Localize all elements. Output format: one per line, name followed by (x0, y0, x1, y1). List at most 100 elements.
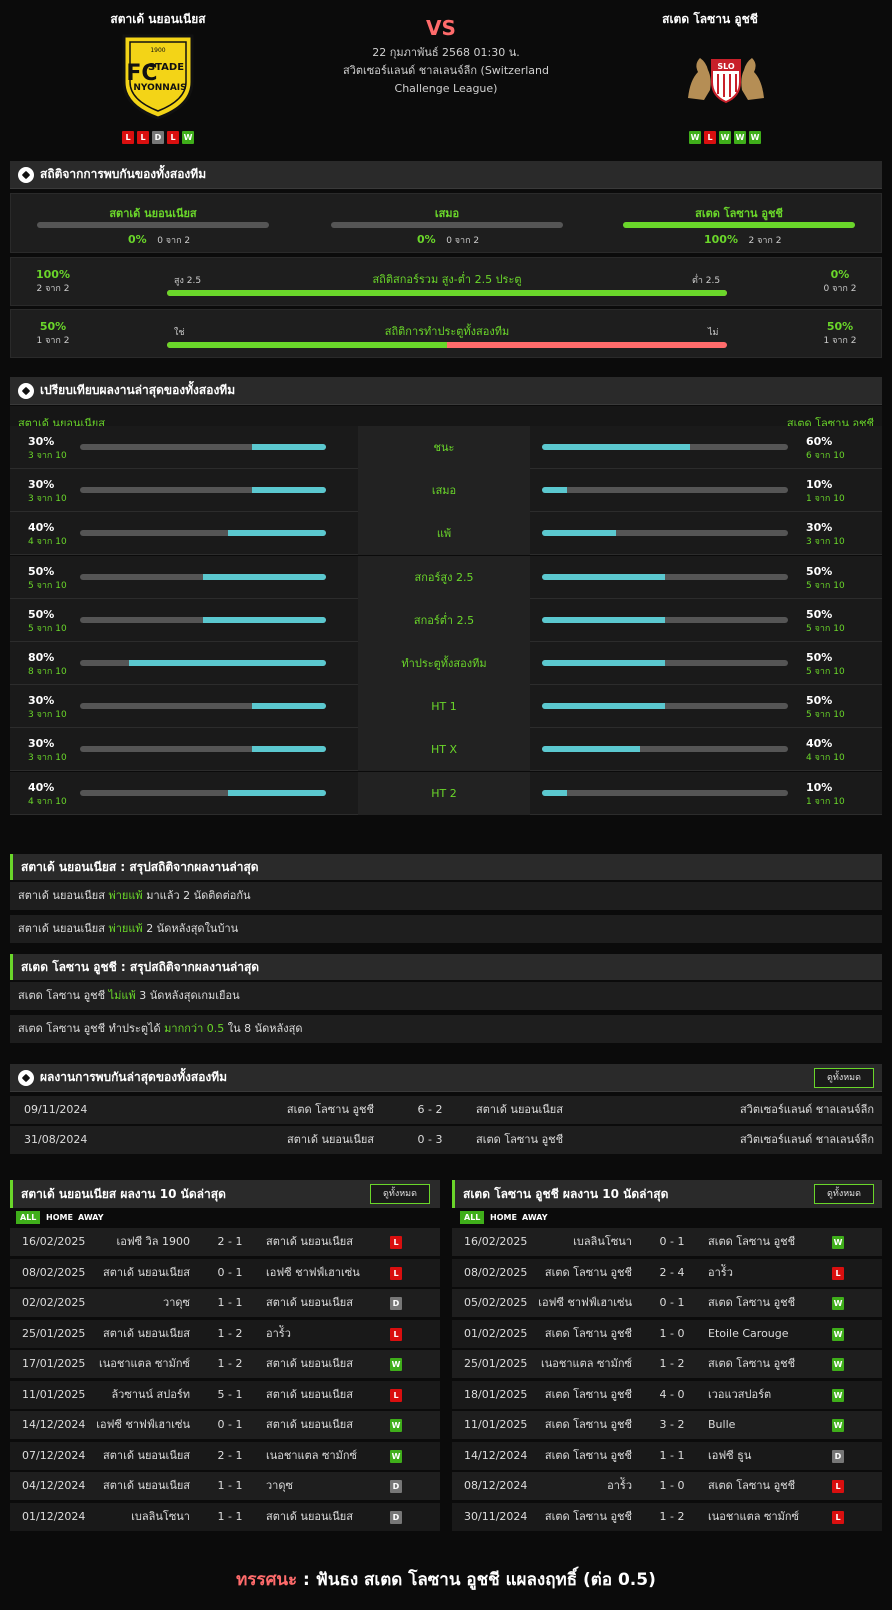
ou-left-of: 2 จาก 2 (36, 284, 70, 294)
match-date: 08/02/2025 (22, 1265, 86, 1279)
last10-away-tab-all[interactable]: ALL (460, 1211, 485, 1224)
match-away: สตาเด้ นยอนเนียส (266, 1509, 353, 1523)
match-row[interactable]: 08/12/2024 อาร์ัว 1 - 0 สเตด โลซาน อูชชี L (452, 1472, 882, 1500)
compare-away-stats: 30% 3 จาก 10 (806, 521, 856, 548)
compare-label: สกอร์สูง 2.5 (358, 555, 530, 599)
compare-home-stats: 50% 5 จาก 10 (28, 565, 78, 592)
compare-home-pct: 50% (28, 564, 55, 578)
match-row[interactable]: 05/02/2025 เอฟซี ชาฟฟ์เฮาเซ่น 0 - 1 สเตด โล… (452, 1289, 882, 1317)
match-home: เอฟซี ชาฟฟ์เฮาเซ่น (96, 1418, 190, 1431)
match-row[interactable]: 02/02/2025 วาดุซ 1 - 1 สตาเด้ นยอนเนียส D (10, 1289, 440, 1317)
match-row[interactable]: 17/01/2025 เนอชาแตล ซามักซ์ 1 - 2 สตาเด้ นย… (10, 1350, 440, 1378)
result-badge: L (832, 1266, 844, 1280)
match-date: 07/12/2024 (22, 1448, 86, 1462)
compare-home-bar-fill (203, 573, 326, 580)
compare-home-bar (80, 487, 326, 494)
match-league: สวิตเซอร์แลนด์ ชาลเลนจ์ลีก (Switzerland … (343, 64, 549, 95)
match-row[interactable]: 08/02/2025 สตาเด้ นยอนเนียส 0 - 1 เอฟซี ชาฟ… (10, 1258, 440, 1287)
compare-home-bar-fill (252, 444, 326, 450)
compare-away-of: 3 จาก 10 (806, 537, 845, 548)
last10-home-tab-home[interactable]: HOME (42, 1211, 77, 1224)
match-row[interactable]: 01/12/2024 เบลลินโซนา 1 - 1 สตาเด้ นยอนเนีย… (10, 1502, 440, 1531)
summary-highlight: พ่ายแพ้ (108, 889, 143, 902)
ou-left-stats: 100% 2 จาก 2 (23, 268, 83, 295)
match-score: 1 - 1 (217, 1479, 243, 1492)
match-date: 05/02/2025 (464, 1296, 528, 1309)
h2h-row[interactable]: 09/11/2024 สเตด โลซาน อูชชี 6 - 2 สตาเด้ นย… (10, 1096, 882, 1124)
match-home: เนอชาแตล ซามักซ์ (540, 1357, 632, 1370)
result-badge: L (390, 1327, 402, 1341)
match-score: 0 - 1 (659, 1296, 685, 1309)
h2h-draw-pct: 0% (417, 233, 436, 246)
compare-away-bar-fill (542, 444, 690, 450)
match-row[interactable]: 30/11/2024 สเตด โลซาน อูชชี 1 - 2 เนอชาแตล … (452, 1502, 882, 1531)
compare-home-pct: 40% (28, 780, 55, 794)
match-row[interactable]: 08/02/2025 สเตด โลซาน อูชชี 2 - 4 อาร์ัว L (452, 1258, 882, 1287)
compare-row: 30% 3 จาก 10 ชนะ 60% 6 จาก 10 (10, 426, 882, 469)
match-score: 1 - 0 (659, 1479, 685, 1492)
verdict-label: ทรรศนะ (236, 1570, 298, 1590)
match-row[interactable]: 25/01/2025 สตาเด้ นยอนเนียส 1 - 2 อาร์ัว L (10, 1319, 440, 1348)
h2h-league: สวิตเซอร์แลนด์ ชาลเลนจ์ลีก (739, 1133, 874, 1146)
last10-home-tab-away[interactable]: AWAY (74, 1211, 108, 1224)
compare-home-bar (80, 746, 326, 753)
result-badge: W (832, 1358, 844, 1371)
compare-home-pct: 40% (28, 521, 55, 535)
h2h-view-all-button[interactable]: ดูทั้งหมด (814, 1068, 874, 1088)
match-row[interactable]: 04/12/2024 สตาเด้ นยอนเนียส 1 - 1 วาดุซ D (10, 1472, 440, 1500)
match-away: สเตด โลซาน อูชชี (708, 1296, 796, 1309)
match-home: วาดุซ (163, 1296, 190, 1309)
result-badge: L (390, 1266, 402, 1280)
match-row[interactable]: 16/02/2025 เบลลินโซนา 0 - 1 สเตด โลซาน อูชช… (452, 1228, 882, 1256)
over-under-panel: 100% 2 จาก 2 สูง 2.5 สถิติสกอร์รวม สูง-ต… (10, 257, 882, 306)
last10-away-tab-home[interactable]: HOME (486, 1211, 521, 1224)
result-badge: W (832, 1388, 844, 1402)
btts-right-label: ไม่ (708, 328, 719, 338)
match-home: อาร์ัว (607, 1479, 632, 1492)
compare-home-bar (80, 616, 326, 623)
match-date: 01/02/2025 (464, 1326, 528, 1340)
match-row[interactable]: 25/01/2025 เนอชาแตล ซามักซ์ 1 - 2 สเตด โลซา… (452, 1350, 882, 1378)
compare-home-stats: 80% 8 จาก 10 (28, 651, 78, 678)
match-row[interactable]: 18/01/2025 สเตด โลซาน อูชชี 4 - 0 เวอแวสปอร… (452, 1380, 882, 1409)
last10-home-view-all-button[interactable]: ดูทั้งหมด (370, 1184, 430, 1204)
ou-title: สถิติสกอร์รวม สูง-ต่ำ 2.5 ประตู (372, 273, 522, 286)
compare-away-pct: 50% (806, 694, 833, 708)
match-row[interactable]: 11/01/2025 สเตด โลซาน อูชชี 3 - 2 Bulle W (452, 1411, 882, 1439)
compare-away-of: 5 จาก 10 (806, 710, 845, 721)
match-row[interactable]: 14/12/2024 เอฟซี ชาฟฟ์เฮาเซ่น 0 - 1 สตาเด้ … (10, 1411, 440, 1439)
last10-home-tab-all[interactable]: ALL (16, 1211, 41, 1224)
match-away: สตาเด้ นยอนเนียส (266, 1387, 353, 1401)
compare-home-of: 5 จาก 10 (28, 580, 67, 591)
compare-away-pct: 50% (806, 607, 833, 621)
match-date: 16/02/2025 (22, 1235, 86, 1248)
match-away: เนอชาแตล ซามักซ์ (708, 1509, 800, 1523)
verdict-separator: : (297, 1570, 316, 1590)
compare-away-bar-fill (542, 703, 665, 710)
compare-away-bar-fill (542, 487, 567, 494)
compare-row: 50% 5 จาก 10 สกอร์สูง 2.5 50% 5 จาก 10 (10, 555, 882, 599)
match-date: 02/02/2025 (22, 1296, 86, 1309)
summary-team: สตาเด้ นยอนเนียส (18, 889, 105, 902)
match-row[interactable]: 07/12/2024 สตาเด้ นยอนเนียส 2 - 1 เนอชาแตล … (10, 1441, 440, 1470)
compare-home-bar (80, 573, 326, 580)
match-home: เอฟซี วิล 1900 (116, 1235, 190, 1248)
last10-away-tab-away[interactable]: AWAY (518, 1211, 552, 1224)
match-row[interactable]: 14/12/2024 สเตด โลซาน อูชชี 1 - 1 เอฟซี ธูน… (452, 1441, 882, 1470)
h2h-row[interactable]: 31/08/2024 สตาเด้ นยอนเนียส 0 - 3 สเตด โลซา… (10, 1126, 882, 1154)
last10-away-view-all-button[interactable]: ดูทั้งหมด (814, 1184, 874, 1204)
compare-home-stats: 40% 4 จาก 10 (28, 521, 78, 548)
match-away: สเตด โลซาน อูชชี (708, 1235, 796, 1248)
summary-row: สเตด โลซาน อูชชี ไม่แพ้ 3 นัดหลังสุดเกมเ… (10, 982, 882, 1010)
match-row[interactable]: 16/02/2025 เอฟซี วิล 1900 2 - 1 สตาเด้ นยอน… (10, 1228, 440, 1256)
match-home: สเตด โลซาน อูชชี (544, 1418, 632, 1431)
form-badge: D (152, 131, 164, 144)
compare-row: 80% 8 จาก 10 ทำประตูทั้งสองทีม 50% 5 จาก 10 (10, 642, 882, 685)
match-row[interactable]: 11/01/2025 ล้วซานน์ สปอร์ท 5 - 1 สตาเด้ นยอ… (10, 1380, 440, 1409)
match-score: 1 - 1 (659, 1448, 685, 1462)
match-away: สตาเด้ นยอนเนียส (266, 1357, 353, 1370)
match-away: เอฟซี ธูน (708, 1448, 752, 1462)
match-row[interactable]: 01/02/2025 สเตด โลซาน อูชชี 1 - 0 Etoile Ca… (452, 1319, 882, 1348)
match-score: 0 - 1 (659, 1235, 685, 1248)
compare-away-bar (542, 746, 788, 753)
